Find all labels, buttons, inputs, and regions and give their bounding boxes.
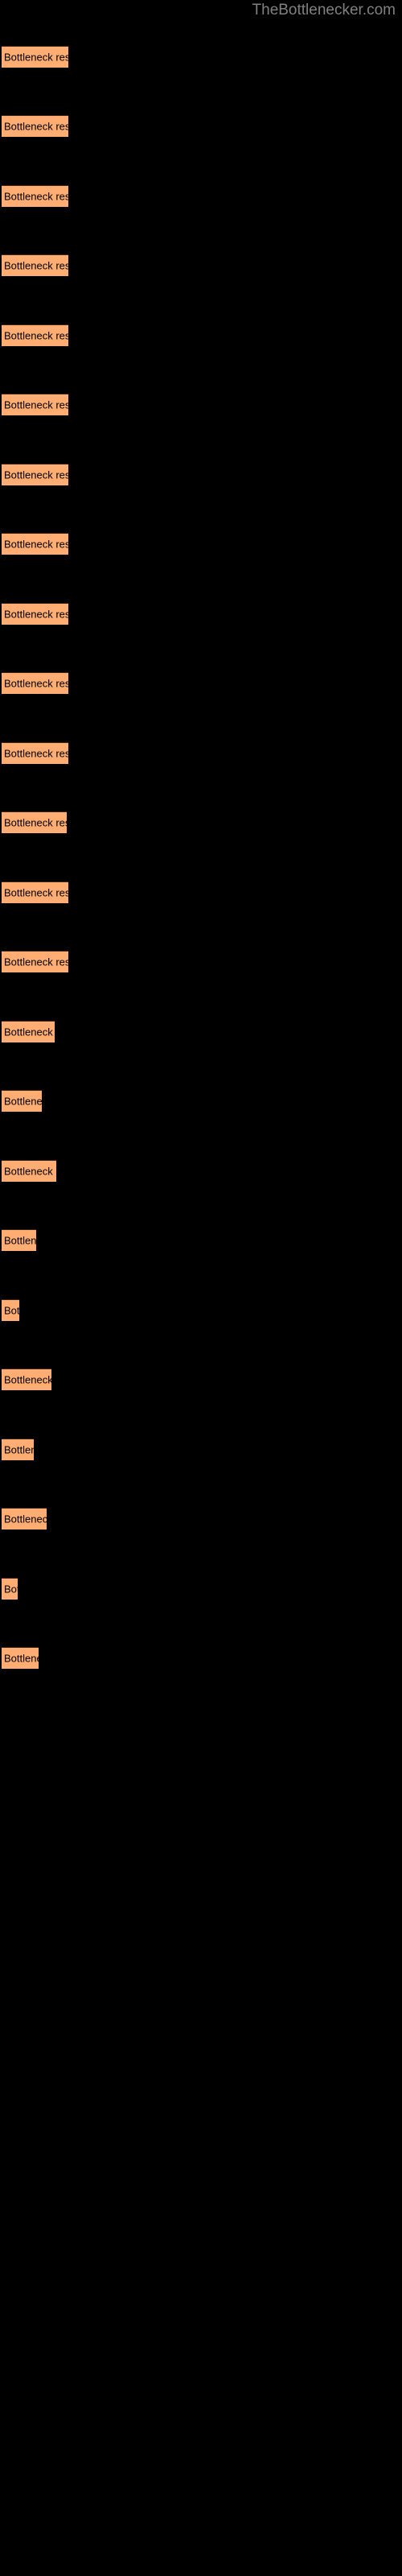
- bar-label: Bottleneck result: [4, 538, 68, 551]
- bar: Bottleneck result: [2, 324, 68, 347]
- bar-label: Bottleneck result: [4, 816, 67, 829]
- bar: Bottleneck result: [2, 464, 68, 486]
- bar: Bottleneck result: [2, 46, 68, 68]
- bar-label: Bottleneck result: [4, 1095, 42, 1108]
- bar-label: Bottleneck result: [4, 329, 68, 342]
- bar: Bottleneck result: [2, 1160, 56, 1183]
- bar-label: Bottleneck result: [4, 1026, 55, 1038]
- bar-label: Bottleneck result: [4, 190, 68, 203]
- bar: Bottleneck result: [2, 672, 68, 695]
- bar: Bottleneck result: [2, 1578, 18, 1600]
- bar: Bottleneck result: [2, 533, 68, 555]
- bar: Bottleneck result: [2, 394, 68, 416]
- bar: Bottleneck result: [2, 1439, 34, 1461]
- bar-label: Bottleneck result: [4, 608, 68, 621]
- bar-label: Bottleneck result: [4, 1652, 39, 1665]
- bar: Bottleneck result: [2, 185, 68, 208]
- bottleneck-bar-chart: TheBottlenecker.com Bottleneck resultBot…: [0, 0, 402, 2576]
- bar-label: Bottleneck result: [4, 956, 68, 968]
- bar-label: Bottleneck result: [4, 747, 68, 760]
- bar: Bottleneck result: [2, 603, 68, 625]
- bar: Bottleneck result: [2, 1368, 51, 1391]
- bar-label: Bottleneck result: [4, 1443, 34, 1456]
- bar-label: Bottleneck result: [4, 677, 68, 690]
- bar-label: Bottleneck result: [4, 469, 68, 481]
- bar-label: Bottleneck result: [4, 1583, 18, 1596]
- bar: Bottleneck result: [2, 1508, 47, 1530]
- bar: Bottleneck result: [2, 1647, 39, 1670]
- bar: Bottleneck result: [2, 254, 68, 277]
- bar-label: Bottleneck result: [4, 1513, 47, 1525]
- bar: Bottleneck result: [2, 1090, 42, 1113]
- bar-series: Bottleneck result Bottleneck result Bottle…: [0, 0, 402, 2576]
- bar-label: Bottleneck result: [4, 1373, 51, 1386]
- bar-label: Bottleneck result: [4, 398, 68, 411]
- bar: Bottleneck result: [2, 1299, 19, 1322]
- bar: Bottleneck result: [2, 811, 67, 834]
- bar-label: Bottleneck result: [4, 886, 68, 899]
- bar: Bottleneck result: [2, 1229, 36, 1252]
- bar-label: Bottleneck result: [4, 1234, 36, 1247]
- bar-label: Bottleneck result: [4, 1165, 56, 1178]
- bar: Bottleneck result: [2, 1021, 55, 1043]
- bar: Bottleneck result: [2, 951, 68, 973]
- bar-label: Bottleneck result: [4, 51, 68, 64]
- bar: Bottleneck result: [2, 881, 68, 904]
- bar-label: Bottleneck result: [4, 120, 68, 133]
- bar: Bottleneck result: [2, 115, 68, 138]
- bar-label: Bottleneck result: [4, 1304, 19, 1317]
- bar-label: Bottleneck result: [4, 259, 68, 272]
- bar: Bottleneck result: [2, 742, 68, 765]
